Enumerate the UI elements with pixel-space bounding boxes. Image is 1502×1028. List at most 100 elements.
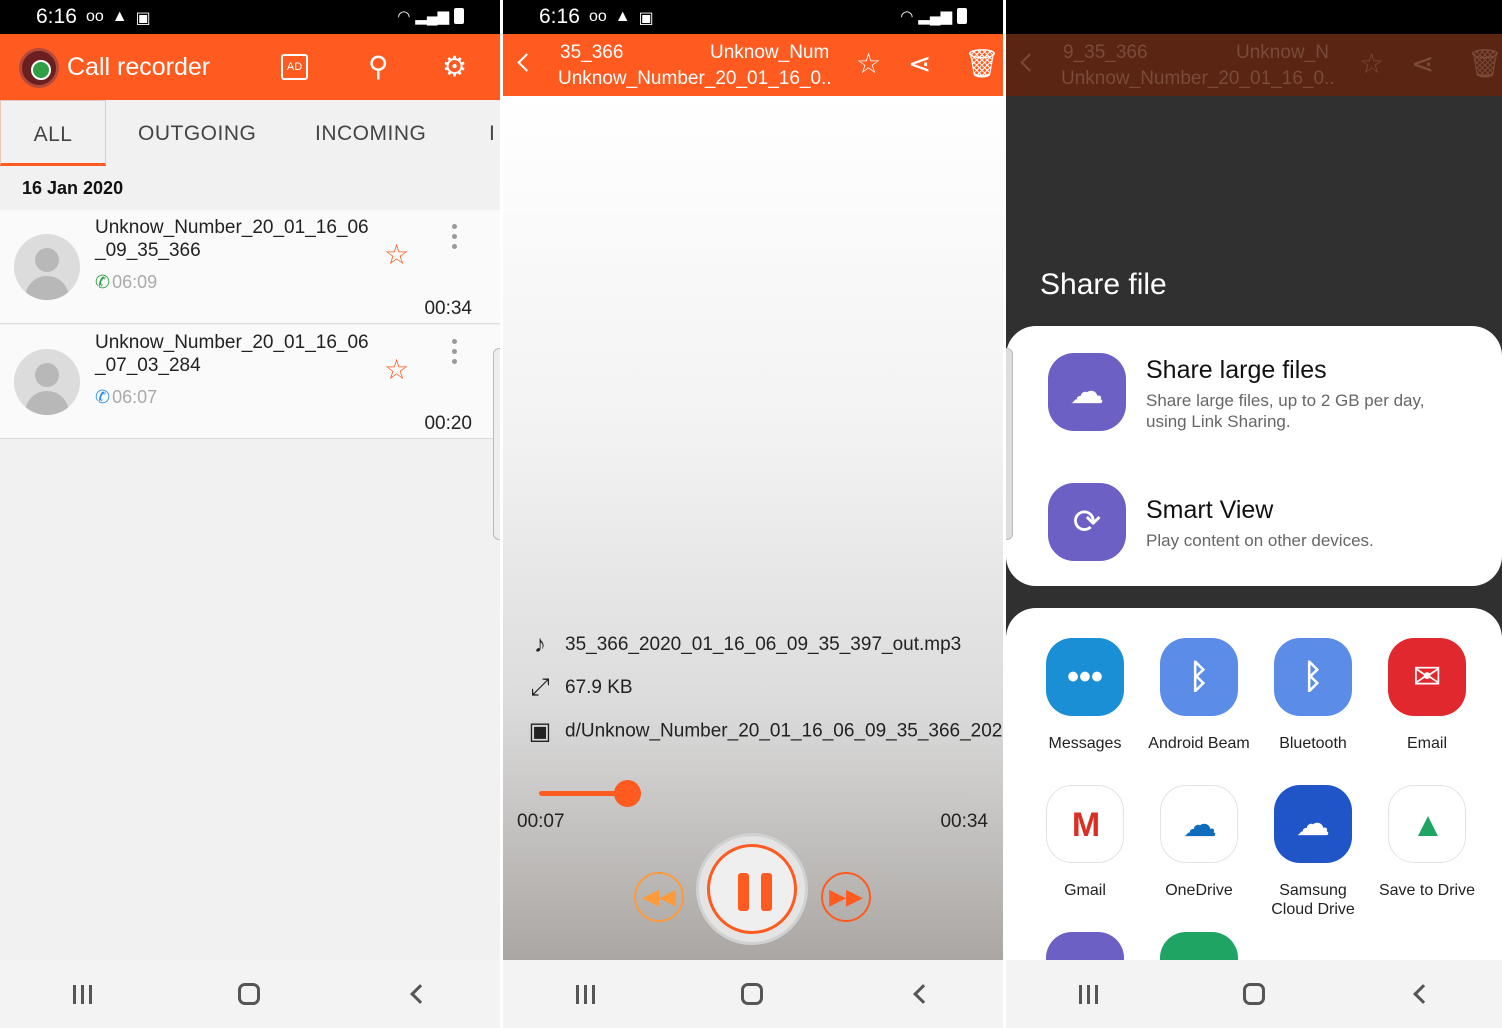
search-icon[interactable]: ⚲ (368, 50, 389, 84)
google-drive-icon: ▲ (1388, 785, 1466, 863)
share-icon: ⋖ (1411, 48, 1435, 79)
recording-title: Unknow_Number_20_01_16_0.. (1061, 68, 1335, 89)
star-icon: ☆ (1359, 48, 1385, 79)
share-options-card: ☁ Share large files Share large files, u… (1006, 326, 1502, 586)
seek-bar-thumb[interactable] (614, 780, 642, 807)
share-app-save-to-drive[interactable]: ▲ Save to Drive (1372, 785, 1482, 900)
share-app-samsung-cloud-drive[interactable]: ☁ Samsung Cloud Drive (1258, 785, 1368, 919)
recording-duration: 00:20 (424, 413, 472, 434)
list-item[interactable]: Unknow_Number_20_01_16_06_07_03_284 ✆ 06:… (0, 325, 500, 439)
share-app-email[interactable]: ✉ Email (1372, 638, 1482, 753)
status-time: 6:16 (36, 5, 77, 28)
recording-name: Unknow_Number_20_01_16_06_07_03_284 (95, 332, 369, 376)
app-label: OneDrive (1165, 882, 1233, 899)
share-app-gmail[interactable]: M Gmail (1030, 785, 1140, 900)
recent-apps-icon[interactable] (1078, 984, 1098, 1004)
incoming-call-icon: ✆ (95, 387, 111, 407)
title-marquee-b: Unknow_Num (710, 42, 828, 63)
title-marquee-b: Unknow_N (1236, 42, 1329, 63)
share-app-bluetooth[interactable]: ᛒ Bluetooth (1258, 638, 1368, 753)
seek-bar[interactable] (539, 780, 967, 807)
home-icon[interactable] (1242, 983, 1265, 1005)
samsung-cloud-icon: ☁ (1274, 785, 1352, 863)
gmail-icon: M (1046, 785, 1124, 863)
option-subtitle: Play content on other devices. (1146, 531, 1374, 550)
title-marquee-a: 35_366 (560, 42, 624, 63)
system-nav-bar (1006, 960, 1502, 1028)
avatar (14, 349, 80, 415)
fast-forward-button[interactable]: ▶▶ (821, 872, 871, 922)
option-title: Share large files (1146, 356, 1327, 384)
pause-button[interactable] (696, 833, 808, 945)
back-arrow-icon (1020, 53, 1039, 72)
tab-outgoing[interactable]: OUTGOING (138, 100, 256, 166)
tab-more[interactable]: I (489, 100, 495, 166)
smart-view-icon: ⟳ (1048, 483, 1126, 561)
warning-icon: ▲ (111, 8, 128, 25)
rewind-button[interactable]: ◀◀ (634, 872, 684, 922)
app-label: Bluetooth (1279, 735, 1347, 752)
recent-apps-icon[interactable] (73, 984, 93, 1004)
recent-apps-icon[interactable] (576, 984, 596, 1004)
voicemail-icon: oo (589, 8, 607, 25)
star-icon[interactable]: ☆ (384, 238, 409, 271)
back-icon[interactable] (1412, 984, 1433, 1004)
battery-icon (454, 8, 464, 24)
avatar (14, 234, 80, 300)
home-icon[interactable] (741, 983, 764, 1005)
music-note-icon: ♪ (534, 631, 546, 658)
option-title: Smart View (1146, 496, 1274, 524)
option-subtitle: Share large files, up to 2 GB per day, u… (1146, 391, 1425, 431)
app-label: Samsung Cloud Drive (1271, 882, 1355, 918)
current-time: 00:07 (517, 811, 565, 832)
player-area: ♪ 35_366_2020_01_16_06_09_35_397_out.mp3 … (503, 96, 1003, 962)
tab-incoming[interactable]: INCOMING (315, 100, 426, 166)
trash-icon[interactable]: 🗑 (964, 48, 1000, 80)
image-icon: ▣ (638, 10, 654, 27)
app-bar: Call recorder AD ⚲ ⚙ (0, 34, 500, 100)
signal-icon: ▂▄▆ (415, 8, 449, 25)
share-app-onedrive[interactable]: ☁ OneDrive (1144, 785, 1254, 900)
edge-panel-handle[interactable] (493, 348, 500, 540)
home-icon[interactable] (238, 983, 261, 1005)
bluetooth-icon: ᛒ (1274, 638, 1352, 716)
share-sheet-title: Share file (1040, 268, 1167, 301)
filter-tabs: ALL OUTGOING INCOMING I (0, 100, 500, 166)
share-app-messages[interactable]: ••• Messages (1030, 638, 1140, 753)
recording-duration: 00:34 (424, 298, 472, 319)
status-bar: 6:16 oo ▲ ▣ ◠ ▂▄▆ (503, 0, 1003, 34)
share-sheet-screen: 9_35_366 Unknow_N Unknow_Number_20_01_16… (1006, 0, 1502, 1028)
trash-icon: 🗑 (1467, 48, 1502, 79)
title-marquee-a: 9_35_366 (1063, 42, 1148, 63)
star-icon[interactable]: ☆ (856, 48, 881, 80)
dimmed-app-bar: 9_35_366 Unknow_N Unknow_Number_20_01_16… (1006, 34, 1502, 96)
gear-icon[interactable]: ⚙ (442, 50, 467, 84)
status-bar: 6:16 oo ▲ ▣ ◠ ▂▄▆ (0, 0, 500, 34)
back-arrow-icon[interactable] (517, 53, 536, 72)
more-options-icon[interactable] (452, 224, 457, 249)
warning-icon: ▲ (614, 8, 631, 25)
cloud-link-icon: ☁ (1048, 353, 1126, 431)
date-header: 16 Jan 2020 (22, 178, 124, 198)
share-app-android-beam[interactable]: ᛒ Android Beam (1144, 638, 1254, 753)
image-icon: ▣ (135, 10, 151, 27)
app-label: Gmail (1064, 882, 1106, 899)
star-icon[interactable]: ☆ (384, 353, 409, 386)
status-time: 6:16 (539, 5, 580, 28)
file-size: 67.9 KB (565, 677, 633, 699)
file-path: d/Unknow_Number_20_01_16_06_09_35_366_20… (565, 720, 1003, 742)
app-logo (19, 48, 59, 88)
player-screen: 6:16 oo ▲ ▣ ◠ ▂▄▆ 35_366 Unknow_Num Unknow_… (503, 0, 1003, 1028)
battery-icon (957, 8, 967, 24)
tab-all[interactable]: ALL (0, 100, 106, 166)
more-options-icon[interactable] (452, 339, 457, 364)
list-item[interactable]: Unknow_Number_20_01_16_06_09_35_366 ✆ 06:… (0, 210, 500, 324)
gift-ad-icon[interactable]: AD (281, 54, 308, 80)
call-list-screen: 6:16 oo ▲ ▣ ◠ ▂▄▆ Call recorder AD ⚲ ⚙ ALL … (0, 0, 500, 1028)
share-icon[interactable]: ⋖ (908, 48, 931, 80)
back-icon[interactable] (912, 984, 933, 1004)
system-nav-bar (503, 960, 1003, 1028)
wifi-icon: ◠ (397, 8, 411, 25)
back-icon[interactable] (409, 984, 430, 1004)
expand-icon: ⤢ (530, 674, 550, 701)
